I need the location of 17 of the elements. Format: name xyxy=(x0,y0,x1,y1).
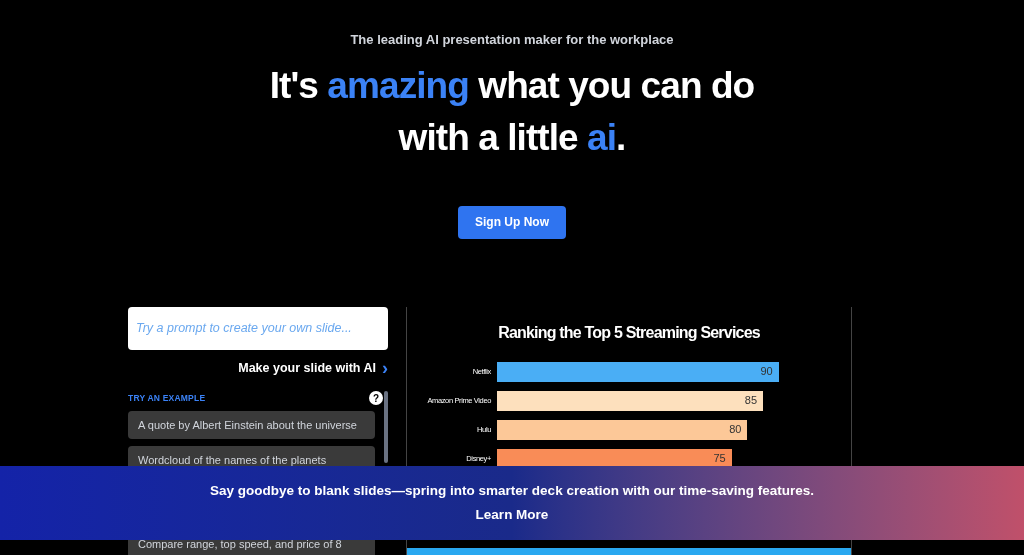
learn-more-link[interactable]: Learn More xyxy=(475,504,549,525)
bar-value: 90 xyxy=(760,364,773,380)
chevron-icon: › xyxy=(382,358,388,377)
banner-text: Say goodbye to blank slides—spring into smarter deck creation with our time-saving features. xyxy=(210,482,814,501)
make-slide-link[interactable]: Make your slide with AI xyxy=(238,358,376,378)
bar-value: 75 xyxy=(713,451,726,467)
scrollbar[interactable] xyxy=(384,391,388,464)
prompt-field[interactable]: Try a prompt to create your own slide... xyxy=(128,306,388,350)
chart-title: Ranking the Top 5 Streaming Services xyxy=(498,322,760,343)
tagline: The leading AI presentation maker for the workplace xyxy=(350,31,674,49)
sign-up-button[interactable]: Sign Up Now xyxy=(458,205,566,239)
headline: It's amazing what you can do with a little ai. xyxy=(269,63,755,160)
help-icon[interactable]: ? xyxy=(369,391,383,406)
example-prompt[interactable]: A quote by Albert Einstein about the universe xyxy=(128,411,375,440)
bar-value: 80 xyxy=(729,422,742,438)
examples-heading: TRY AN EXAMPLE xyxy=(128,391,206,405)
bar-value: 85 xyxy=(744,393,758,409)
